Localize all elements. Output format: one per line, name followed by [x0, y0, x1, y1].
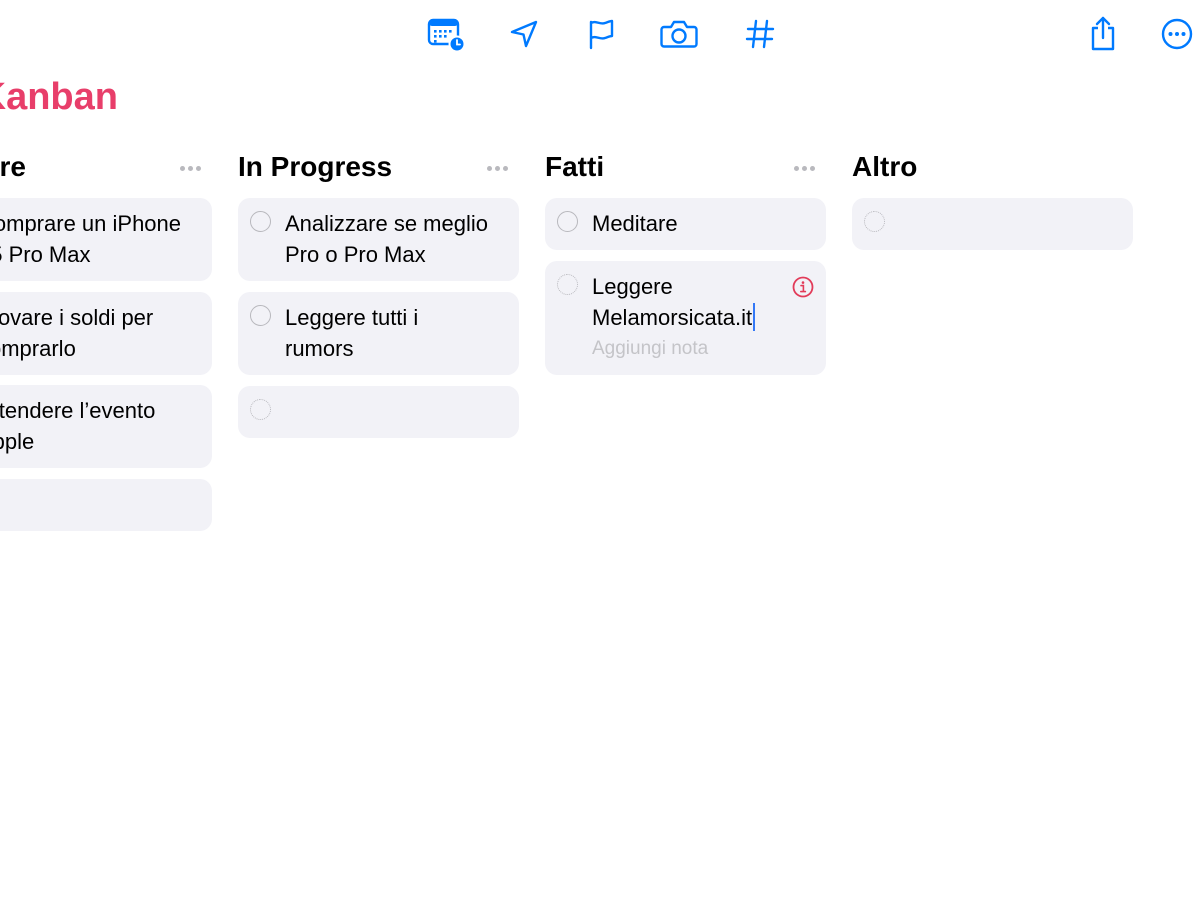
reminder-title[interactable]: Leggere tutti i rumors: [285, 302, 509, 364]
hashtag-icon[interactable]: [740, 14, 780, 54]
reminder-card-editing[interactable]: Leggere Melamorsicata.it Aggiungi nota: [545, 261, 826, 375]
column-altro: Altro: [852, 140, 1133, 250]
reminder-title[interactable]: Meditare: [592, 208, 816, 239]
list-title: Kanban: [0, 72, 300, 122]
column-title: Altro: [852, 151, 918, 182]
reminders-screen: Kanban Da fare Comprare un iPhone 15 Pro…: [0, 0, 1200, 900]
calendar-clock-icon[interactable]: [425, 14, 465, 54]
column-header: In Progress: [238, 140, 519, 196]
column-in-progress: In Progress Analizzare se meglio Pro o P…: [238, 140, 519, 438]
column-fatti: Fatti Meditare Leggere Melamorsicata.it …: [545, 140, 826, 375]
column-header: Da fare: [0, 140, 212, 196]
camera-icon[interactable]: [659, 14, 699, 54]
reminder-card[interactable]: Leggere tutti i rumors: [238, 292, 519, 375]
new-reminder-card[interactable]: [852, 198, 1133, 250]
text-cursor: [753, 303, 756, 331]
new-reminder-checkbox[interactable]: [250, 399, 271, 420]
reminder-title[interactable]: Analizzare se meglio Pro o Pro Max: [285, 208, 509, 270]
column-more-icon[interactable]: [174, 158, 206, 178]
reminder-card[interactable]: Analizzare se meglio Pro o Pro Max: [238, 198, 519, 281]
reminder-card[interactable]: Meditare: [545, 198, 826, 250]
add-note-field[interactable]: Aggiungi nota: [592, 337, 708, 361]
column-more-icon[interactable]: [481, 158, 513, 178]
more-circle-icon[interactable]: [1157, 14, 1197, 54]
reminder-title[interactable]: Comprare un iPhone 15 Pro Max: [0, 208, 202, 270]
column-title: Da fare: [0, 151, 26, 182]
list-title-text: Kanban: [0, 76, 118, 118]
reminder-checkbox[interactable]: [250, 305, 271, 326]
new-reminder-card[interactable]: [0, 479, 212, 531]
share-icon[interactable]: [1083, 14, 1123, 54]
column-header: Altro: [852, 140, 1133, 196]
reminder-title[interactable]: Trovare i soldi per comprarlo: [0, 302, 202, 364]
reminder-title[interactable]: Attendere l’evento Apple: [0, 395, 202, 457]
reminder-checkbox[interactable]: [250, 211, 271, 232]
column-title: Fatti: [545, 151, 605, 182]
reminder-title-input[interactable]: Leggere Melamorsicata.it: [592, 271, 816, 333]
column-da-fare: Da fare Comprare un iPhone 15 Pro Max Tr…: [0, 140, 212, 531]
column-more-icon[interactable]: [788, 158, 820, 178]
flag-icon[interactable]: [581, 14, 621, 54]
reminder-card[interactable]: Trovare i soldi per comprarlo: [0, 292, 212, 375]
new-reminder-card[interactable]: [238, 386, 519, 438]
new-reminder-checkbox[interactable]: [864, 211, 885, 232]
reminder-checkbox[interactable]: [557, 274, 578, 295]
info-icon[interactable]: [792, 276, 814, 298]
reminder-card[interactable]: Comprare un iPhone 15 Pro Max: [0, 198, 212, 281]
location-arrow-icon[interactable]: [504, 14, 544, 54]
reminder-card[interactable]: Attendere l’evento Apple: [0, 385, 212, 468]
column-title: In Progress: [238, 151, 393, 182]
reminder-checkbox[interactable]: [557, 211, 578, 232]
column-header: Fatti: [545, 140, 826, 196]
